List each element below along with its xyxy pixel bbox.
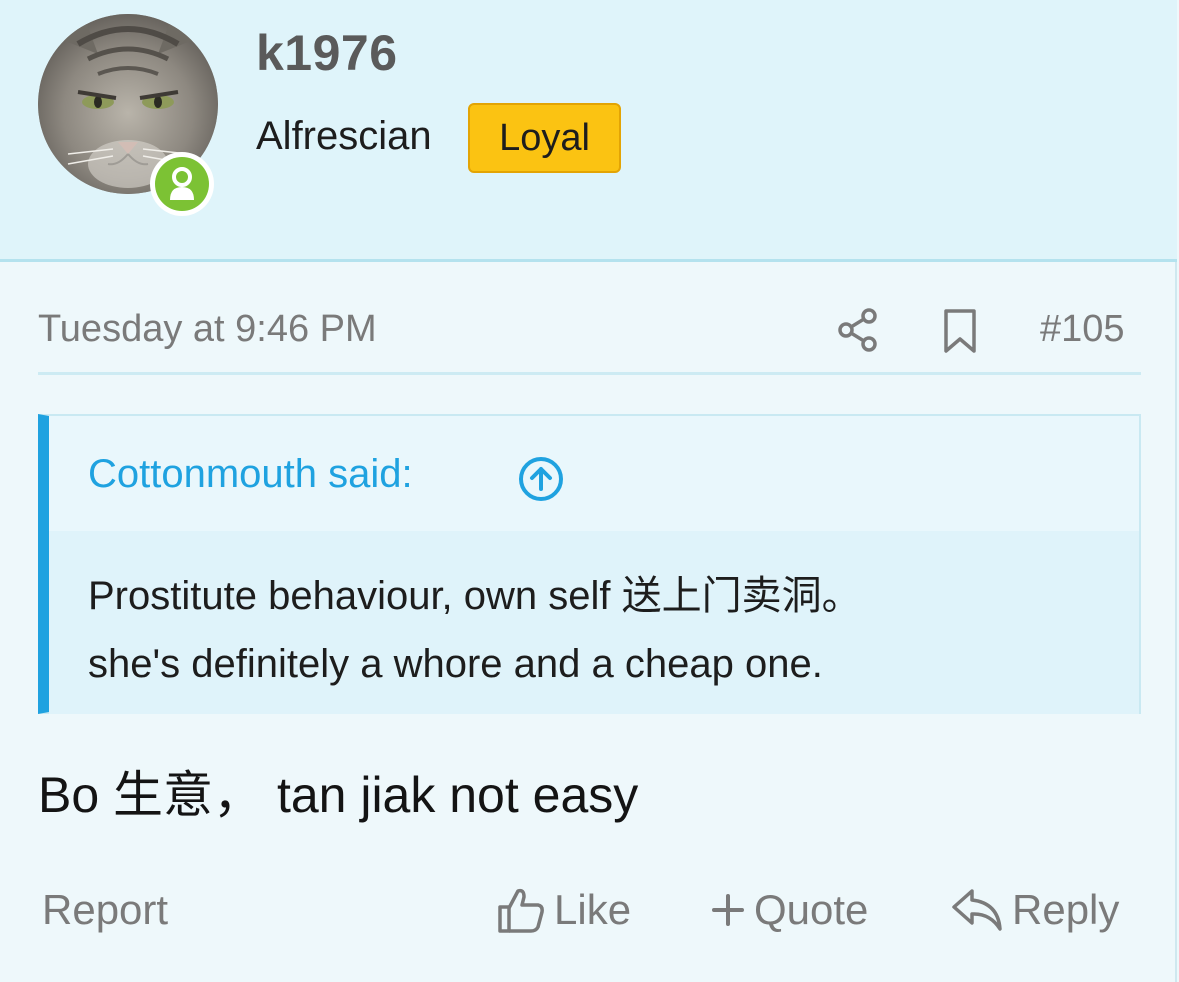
post-number-link[interactable]: #105 xyxy=(1040,308,1125,351)
quote-author-link[interactable]: Cottonmouth said: xyxy=(88,452,413,497)
thumbs-up-icon xyxy=(496,885,546,935)
online-status-badge xyxy=(150,152,214,216)
message-body: Bo 生意， tan jiak not easy xyxy=(38,767,639,823)
user-title: Alfrescian xyxy=(256,114,432,158)
quote-line: she's definitely a whore and a cheap one… xyxy=(88,642,823,686)
share-icon xyxy=(838,308,877,352)
share-button[interactable] xyxy=(834,306,882,354)
post-container: k1976 Alfrescian Loyal Tuesday at 9:46 P… xyxy=(0,0,1177,982)
quote-body: Prostitute behaviour, own self 送上门卖洞。 sh… xyxy=(88,562,1118,698)
bookmark-button[interactable] xyxy=(938,306,982,356)
plus-icon xyxy=(710,892,746,928)
like-label: Like xyxy=(554,886,632,933)
like-button[interactable]: Like xyxy=(496,882,631,938)
meta-divider xyxy=(38,372,1141,375)
username-link[interactable]: k1976 xyxy=(256,24,398,82)
arrow-up-circle-icon xyxy=(519,457,563,501)
quote-line: Prostitute behaviour, own self 送上门卖洞。 xyxy=(88,574,862,618)
bookmark-icon xyxy=(944,309,976,353)
reply-arrow-icon xyxy=(950,887,1004,933)
user-info-block: k1976 Alfrescian Loyal xyxy=(0,0,1177,262)
user-banner-loyal: Loyal xyxy=(468,103,621,173)
reply-button[interactable]: Reply xyxy=(950,882,1119,938)
quote-button[interactable]: Quote xyxy=(710,882,868,938)
user-online-icon xyxy=(170,167,194,200)
quote-label: Quote xyxy=(754,886,869,933)
report-link[interactable]: Report xyxy=(42,886,168,934)
reply-label: Reply xyxy=(1012,886,1120,933)
quote-jump-button[interactable] xyxy=(516,454,566,504)
post-date-link[interactable]: Tuesday at 9:46 PM xyxy=(38,308,377,351)
